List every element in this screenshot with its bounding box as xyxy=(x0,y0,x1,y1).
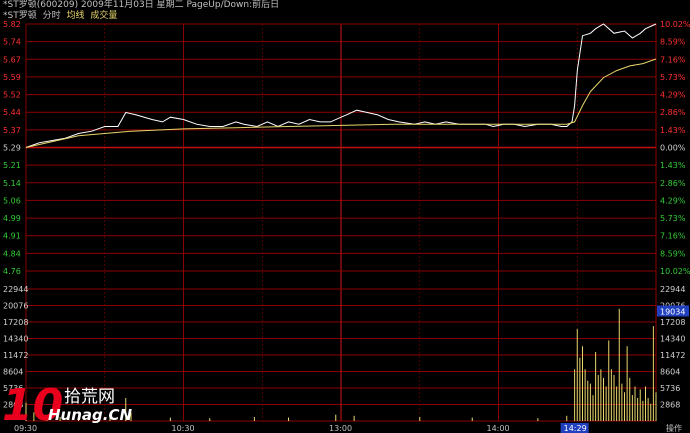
percent-tick-label: 2.86% xyxy=(660,108,686,117)
price-tick-label: 4.91 xyxy=(3,232,21,241)
price-tick-label: 5.29 xyxy=(3,144,21,153)
price-tick-label: 5.06 xyxy=(3,196,21,205)
volume-tick-label-left: 11472 xyxy=(3,351,28,360)
tab-volume[interactable]: 成交量 xyxy=(90,11,117,21)
price-tick-label: 5.14 xyxy=(3,179,21,188)
percent-tick-label: 5.73% xyxy=(660,73,686,82)
percent-tick-label: 8.59% xyxy=(660,38,686,47)
corner-label: 操作 xyxy=(666,423,682,433)
cursor-volume-label: 19034 xyxy=(660,307,685,316)
watermark-logo: 10 拾荒网 Hunag.CN xyxy=(2,384,152,430)
tab-minute[interactable]: 分时 xyxy=(43,11,61,21)
percent-tick-label: 4.29% xyxy=(660,91,686,100)
volume-tick-label-right: 5736 xyxy=(660,384,680,393)
volume-tick-label-right: 11472 xyxy=(660,351,685,360)
price-tick-label: 5.67 xyxy=(3,55,21,64)
percent-tick-label: 7.16% xyxy=(660,232,686,241)
time-tick-label: 13:00 xyxy=(329,424,352,433)
percent-tick-label: 2.86% xyxy=(660,179,686,188)
volume-tick-label-right: 14340 xyxy=(660,335,685,344)
chart-header: *ST罗顿(600209) 2009年11月03日 星期二 PageUp/Dow… xyxy=(0,0,690,22)
watermark-cn: 拾荒网 xyxy=(64,387,115,407)
indicator-tabs: *ST罗顿 分时 均线 成交量 xyxy=(3,11,120,22)
percent-tick-label: 1.43% xyxy=(660,126,686,135)
price-tick-label: 5.44 xyxy=(3,108,21,117)
volume-tick-label-left: 22944 xyxy=(3,285,28,294)
stock-name-label: *ST罗顿 xyxy=(3,11,37,21)
percent-tick-label: 5.73% xyxy=(660,214,686,223)
volume-tick-label-left: 14340 xyxy=(3,335,28,344)
percent-tick-label: 0.00% xyxy=(660,144,686,153)
price-tick-label: 5.59 xyxy=(3,73,21,82)
cursor-time-label: 14:29 xyxy=(564,424,587,433)
percent-tick-label: 10.02% xyxy=(660,267,690,276)
price-tick-label: 5.21 xyxy=(3,161,21,170)
price-tick-label: 4.84 xyxy=(3,249,21,258)
tab-avg[interactable]: 均线 xyxy=(66,11,84,21)
volume-tick-label-left: 17208 xyxy=(3,318,28,327)
volume-tick-label-right: 8604 xyxy=(660,368,680,377)
chart-background xyxy=(0,0,690,433)
price-tick-label: 5.52 xyxy=(3,91,21,100)
price-tick-label: 5.37 xyxy=(3,126,21,135)
stock-title: *ST罗顿(600209) 2009年11月03日 星期二 PageUp/Dow… xyxy=(3,0,280,10)
percent-tick-label: 1.43% xyxy=(660,161,686,170)
percent-tick-label: 8.59% xyxy=(660,249,686,258)
price-tick-label: 5.74 xyxy=(3,38,21,47)
intraday-chart: 5.825.745.675.595.525.445.375.295.215.14… xyxy=(0,0,690,433)
volume-tick-label-left: 20076 xyxy=(3,302,28,311)
price-tick-label: 4.76 xyxy=(3,267,21,276)
left-price-axis: 5.825.745.675.595.525.445.375.295.215.14… xyxy=(3,20,21,276)
volume-tick-label-right: 22944 xyxy=(660,285,685,294)
volume-tick-label-right: 2868 xyxy=(660,401,680,410)
time-tick-label: 10:30 xyxy=(172,424,195,433)
watermark-url: Hunag.CN xyxy=(48,406,133,424)
volume-tick-label-left: 8604 xyxy=(3,368,23,377)
percent-tick-label: 7.16% xyxy=(660,55,686,64)
percent-tick-label: 4.29% xyxy=(660,196,686,205)
time-tick-label: 14:00 xyxy=(487,424,510,433)
volume-tick-label-right: 17208 xyxy=(660,318,685,327)
price-tick-label: 4.99 xyxy=(3,214,21,223)
